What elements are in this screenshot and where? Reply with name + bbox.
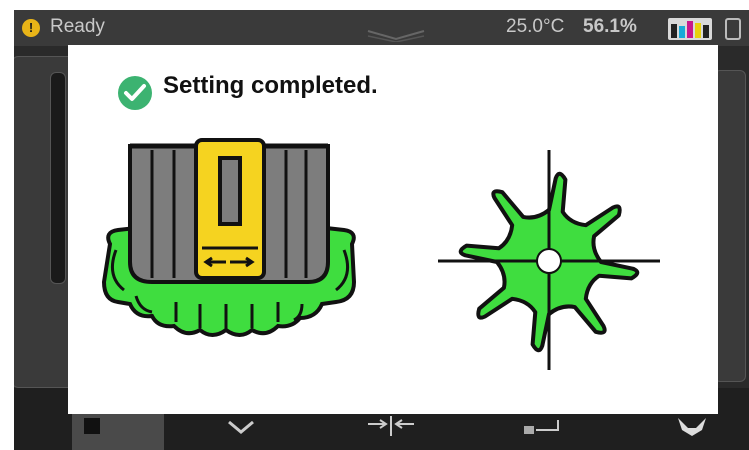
background-slot-left <box>50 72 66 284</box>
cartridge-icon[interactable] <box>725 18 741 40</box>
chevron-down-icon <box>228 420 254 434</box>
gear-crosshair-illustration <box>438 150 660 370</box>
square-icon <box>84 418 100 434</box>
tray-icon <box>524 420 559 434</box>
ink-levels-icon[interactable] <box>668 18 712 40</box>
nozzle-cap-alignment-illustration <box>101 138 357 337</box>
arrows-inward-icon <box>368 416 414 436</box>
wrench-icon <box>678 418 706 436</box>
status-bar: ! Ready 25.0°C 56.1% <box>14 10 749 46</box>
check-circle-icon <box>118 76 152 110</box>
dialog-title: Setting completed. <box>163 72 378 99</box>
background-panel-right <box>714 70 746 382</box>
humidity-readout: 56.1% <box>583 16 637 37</box>
chevron-down-icon[interactable] <box>366 28 426 42</box>
exclamation-icon[interactable]: ! <box>22 19 40 37</box>
temperature-readout: 25.0°C <box>506 16 565 37</box>
status-state: Ready <box>50 16 105 37</box>
